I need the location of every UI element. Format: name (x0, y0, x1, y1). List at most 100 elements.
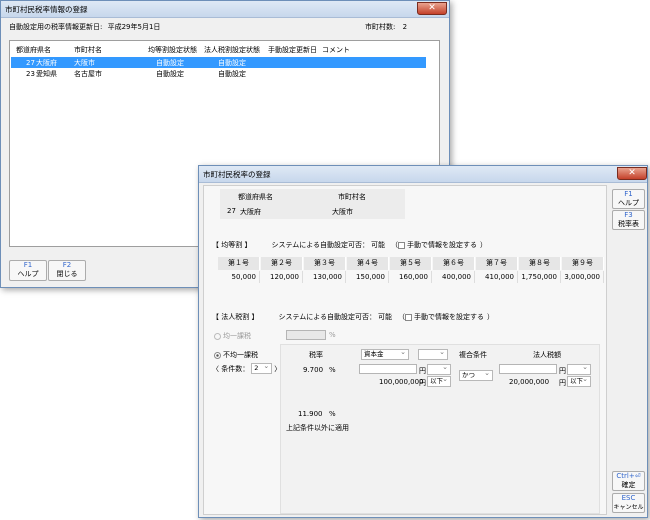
confirm-label: 確定 (621, 481, 636, 489)
otherwise-label: 上記条件以外に適用 (286, 424, 349, 432)
tax-table-button[interactable]: F3 税率表 (612, 210, 645, 230)
front-close-button[interactable]: ✕ (617, 167, 647, 180)
kinto-h6: 第６号 (433, 257, 475, 270)
col-pref: 都道府県名 (16, 45, 51, 54)
row1-capital-min[interactable] (359, 364, 417, 374)
kinto-manual-label: 手動で情報を設定する (407, 241, 478, 249)
row1-capital-op[interactable]: 以下 (427, 375, 451, 387)
row1-amount-op[interactable]: 以下 (567, 375, 591, 387)
capital-select[interactable]: 資本金 (361, 348, 409, 360)
row-hojin: 自動設定 (218, 69, 246, 78)
hojin-auto-value: 可能 (378, 313, 393, 321)
f1-key-label: F1 (624, 190, 633, 198)
front-help-button[interactable]: F1 ヘルプ (612, 189, 645, 209)
uniform-rate-input[interactable] (286, 330, 326, 340)
help-label: ヘルプ (17, 270, 39, 278)
kinto-paren-close: ） (480, 241, 488, 249)
row1-capital-min-yen: 円 (419, 367, 426, 375)
col-kinto: 均等割設定状態 (148, 45, 197, 54)
kinto-v3: 130,000 (304, 271, 346, 283)
back-help-button[interactable]: F1 ヘルプ (9, 260, 47, 281)
city-count-value: 2 (402, 23, 408, 31)
kinto-h9: 第９号 (562, 257, 604, 270)
nonuniform-radio[interactable]: 不均一課税 (214, 350, 258, 360)
row1-amount[interactable]: 20,000,000 (509, 378, 549, 386)
row2-rate[interactable]: 11.900 (298, 410, 323, 418)
uniform-radio[interactable]: 均一課税 (214, 331, 251, 341)
cond-count: 〈 条件数： 2 〉 (212, 362, 281, 374)
tax-amount-header: 法人税額 (533, 351, 561, 359)
row-city: 大阪市 (74, 58, 95, 67)
row-pref: 愛知県 (36, 69, 57, 78)
row2-percent: % (329, 410, 336, 418)
cancel-label: キャンセル (613, 504, 644, 511)
col-manual: 手動設定更新日 (268, 45, 317, 54)
kinto-header: 【 均等割 】 システムによる自動設定可否： 可能 （ 手動で情報を設定する ） (212, 240, 487, 250)
conditions-table: 税率 資本金 複合条件 法人税額 9.700 % 円 100,000,000 円… (280, 344, 600, 514)
table-row[interactable]: 27 大阪府 大阪市 自動設定 自動設定 (11, 57, 426, 68)
hojin-manual-checkbox[interactable] (405, 313, 413, 321)
row1-capital[interactable]: 100,000,000 (379, 378, 424, 386)
row1-rate[interactable]: 9.700 (303, 366, 323, 374)
hojin-auto-label: システムによる自動設定可否： (278, 313, 377, 321)
rate-update-info: 自動設定用の税率情報更新日: 平成29年5月1日 (9, 22, 160, 32)
col-city: 市町村名 (74, 45, 102, 54)
row-pref-code: 27 (26, 58, 35, 67)
front-window-titlebar: 市町村民税率の登録 (199, 166, 647, 183)
kinto-v2: 120,000 (261, 271, 303, 283)
kinto-h8: 第８号 (519, 257, 561, 270)
tax-rate-header: 税率 (309, 351, 323, 359)
close-icon: ✕ (628, 168, 636, 178)
row1-amount-min[interactable] (499, 364, 557, 374)
row-kinto: 自動設定 (156, 69, 184, 78)
f2-key-label: F2 (62, 261, 72, 269)
back-close-button[interactable]: ✕ (417, 2, 447, 15)
row1-compound[interactable]: かつ (459, 369, 493, 381)
back-window-title: 市町村民税率情報の登録 (5, 4, 88, 14)
confirm-button[interactable]: Ctrl+⏎ 確定 (612, 471, 645, 491)
row1-amount-min-yen: 円 (559, 367, 566, 375)
pref-header: 都道府県名 (238, 193, 273, 201)
back-close-f2-button[interactable]: F2 閉じる (48, 260, 86, 281)
kinto-auto-value: 可能 (371, 241, 386, 249)
back-window-titlebar: 市町村民税率情報の登録 (1, 1, 449, 18)
kinto-h7: 第７号 (476, 257, 518, 270)
kinto-manual-checkbox[interactable] (398, 241, 406, 249)
capital-op-select[interactable] (418, 348, 448, 360)
row-city: 名古屋市 (74, 69, 102, 78)
hojin-manual-label: 手動で情報を設定する (414, 313, 485, 321)
compound-header: 複合条件 (459, 351, 487, 359)
main-panel: 都道府県名 市町村名 27 大阪府 大阪市 【 均等割 】 システムによる自動設… (203, 185, 607, 515)
kinto-v8: 1,750,000 (519, 271, 561, 283)
rate-update-label: 自動設定用の税率情報更新日: (9, 23, 103, 31)
col-comment: コメント (322, 45, 350, 54)
esc-key-label: ESC (621, 494, 636, 502)
kinto-h5: 第５号 (390, 257, 432, 270)
col-hojin: 法人税割設定状態 (204, 45, 260, 54)
f3-key-label: F3 (624, 211, 633, 219)
nonuniform-label: 不均一課税 (223, 351, 258, 359)
city-count-label: 市町村数: (365, 23, 396, 31)
cancel-button[interactable]: ESC キャンセル (612, 493, 645, 513)
row1-capital-min-op[interactable] (427, 363, 451, 375)
kinto-v6: 400,000 (433, 271, 475, 283)
row-kinto: 自動設定 (156, 58, 184, 67)
table-row[interactable]: 23 愛知県 名古屋市 自動設定 自動設定 (11, 68, 426, 79)
radio-selected-icon (214, 351, 221, 359)
city-name: 大阪市 (332, 208, 353, 216)
ctrl-key-label: Ctrl+⏎ (616, 472, 641, 480)
kinto-h1: 第１号 (218, 257, 260, 270)
tax-table-label: 税率表 (618, 220, 639, 228)
front-window: 市町村民税率の登録 ✕ 都道府県名 市町村名 27 大阪府 大阪市 【 均等割 … (198, 165, 648, 518)
kinto-v5: 160,000 (390, 271, 432, 283)
kinto-h3: 第３号 (304, 257, 346, 270)
row-pref-code: 23 (26, 69, 35, 78)
row1-amount-min-op[interactable] (567, 363, 591, 375)
city-count: 市町村数: 2 (365, 22, 407, 32)
cond-count-select[interactable]: 2 (251, 362, 273, 374)
row1-amount-yen: 円 (559, 379, 566, 387)
kinto-v1: 50,000 (218, 271, 260, 283)
kinto-v4: 150,000 (347, 271, 389, 283)
row-pref: 大阪府 (36, 58, 57, 67)
hojin-header: 【 法人税割 】 システムによる自動設定可否： 可能 （ 手動で情報を設定する … (212, 312, 494, 322)
